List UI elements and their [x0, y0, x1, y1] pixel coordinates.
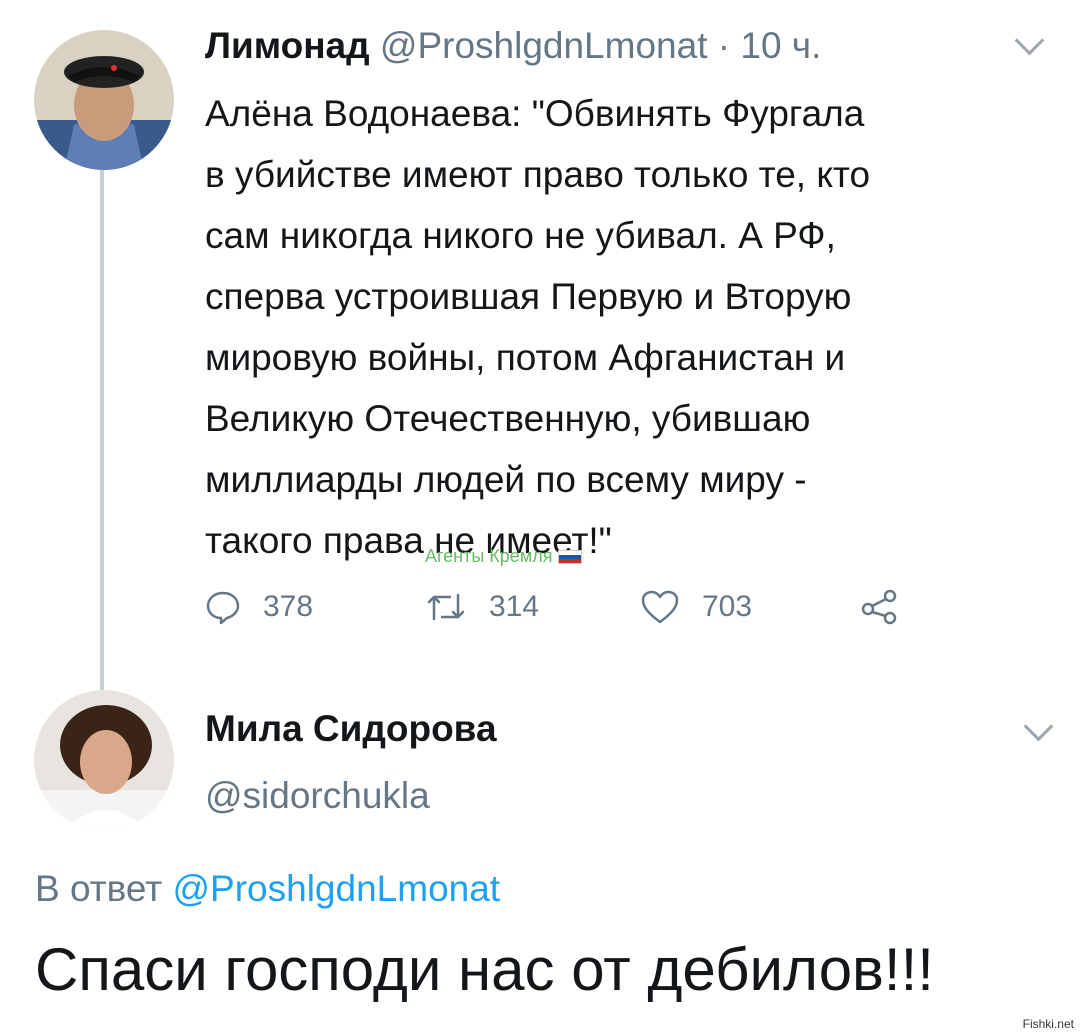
like-action[interactable]: 703 [640, 585, 752, 629]
tweet1-header: Лимонад @ProshlgdnLmonat · 10 ч. [205, 24, 821, 68]
retweet-action[interactable]: 314 [425, 585, 539, 629]
share-icon [861, 589, 897, 625]
author-handle[interactable]: @ProshlgdnLmonat [380, 25, 708, 66]
reply-action[interactable]: 378 [205, 585, 313, 629]
agents-label: Агенты Кремля [425, 546, 583, 567]
tweet1-text: Алёна Водонаева: "Обвинять Фургала в уби… [205, 83, 1065, 571]
watermark: Fishki.net [1022, 1017, 1074, 1031]
reply-handle-link[interactable]: @ProshlgdnLmonat [173, 868, 501, 909]
tweet-text-line: мировую войны, потом Афганистан и [205, 337, 846, 378]
author-name[interactable]: Лимонад [205, 25, 370, 66]
flag-icon [558, 549, 583, 564]
tweet2-text: Спаси господи нас от дебилов!!! [35, 936, 934, 1003]
like-count: 703 [702, 590, 753, 623]
tweet-text-line: сам никогда никого не убивал. А РФ, [205, 215, 836, 256]
author-handle[interactable]: @sidorchukla [205, 775, 430, 817]
tweet-text-line: сперва устроившая Первую и Вторую [205, 276, 852, 317]
retweet-count: 314 [489, 590, 540, 623]
author-name[interactable]: Мила Сидорова [205, 708, 497, 750]
share-action[interactable] [860, 585, 900, 629]
like-icon [641, 590, 679, 624]
chevron-down-icon[interactable] [1014, 25, 1045, 56]
reply-context: В ответ @ProshlgdnLmonat [35, 868, 500, 910]
reply-count: 378 [263, 590, 314, 623]
avatar-mila[interactable] [34, 690, 174, 830]
tweet-time[interactable]: · 10 ч. [718, 25, 822, 66]
thread-line [100, 170, 104, 690]
reply-icon [206, 591, 240, 625]
chevron-down-icon[interactable] [1023, 711, 1054, 742]
tweet-text-line: Великую Отечественную, убившаю [205, 398, 811, 439]
avatar-limonad[interactable] [34, 30, 174, 170]
reply-prefix: В ответ [35, 868, 163, 909]
tweet-text-line: Алёна Водонаева: "Обвинять Фургала [205, 93, 865, 134]
tweet-text-line: такого права не имеет!" [205, 520, 612, 561]
tweet-text-line: в убийстве имеют право только те, кто [205, 154, 871, 195]
retweet-icon [427, 593, 465, 621]
tweet-text-line: миллиарды людей по всему миру - [205, 459, 807, 500]
agents-label-text: Агенты Кремля [425, 546, 553, 566]
